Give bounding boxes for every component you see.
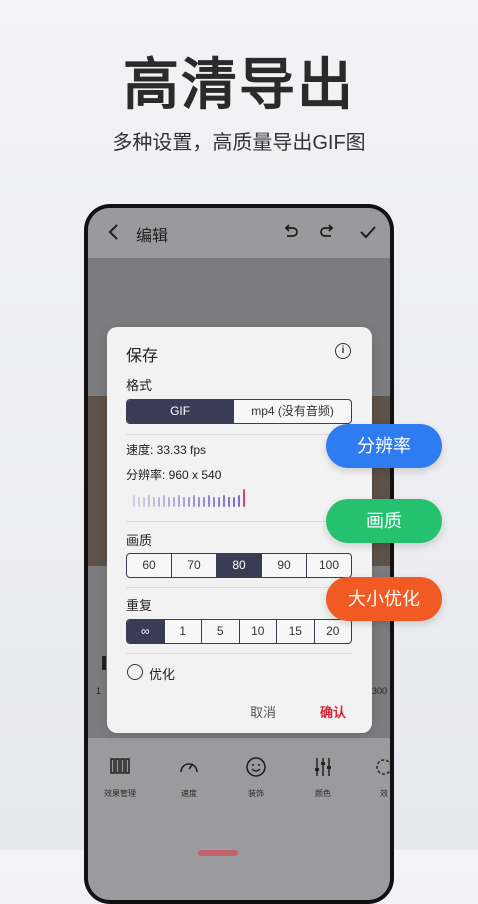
slider-tick <box>193 495 195 507</box>
divider <box>126 521 352 522</box>
timeline-marker[interactable] <box>102 656 106 670</box>
slider-tick <box>233 497 235 507</box>
slider-tick <box>188 497 190 507</box>
subheadline: 多种设置，高质量导出GIF图 <box>112 132 366 154</box>
divider <box>126 653 352 654</box>
format-option-mp4[interactable]: mp4 (没有音频) <box>233 400 351 423</box>
format-option-gif[interactable]: GIF <box>127 400 234 423</box>
slider-tick <box>223 495 225 507</box>
optimize-label: 优化 <box>149 667 176 682</box>
speed-text: 速度: 33.33 fps <box>126 443 207 457</box>
slider-tick <box>143 497 145 507</box>
repeat-option-1[interactable]: 1 <box>163 620 202 643</box>
effect-icon <box>354 756 390 782</box>
divider <box>126 587 352 588</box>
check-icon[interactable] <box>356 220 380 244</box>
format-label: 格式 <box>126 378 153 393</box>
tool-label: 速度 <box>181 789 197 798</box>
tool-speed[interactable]: 速度 <box>159 756 219 799</box>
format-selector: GIF mp4 (没有音频) <box>126 399 352 424</box>
quality-selector: 60 70 80 90 100 <box>126 553 352 578</box>
slider-tick <box>163 495 165 507</box>
tool-label: 效 <box>380 789 388 798</box>
resolution-text: 分辨率: 960 x 540 <box>126 468 222 482</box>
tool-label: 颜色 <box>315 789 331 798</box>
bottom-indicator <box>198 850 238 856</box>
slider-tick <box>218 497 220 507</box>
speedometer-icon <box>159 756 219 782</box>
tool-label: 装饰 <box>248 789 264 798</box>
badge-resolution: 分辨率 <box>326 424 442 468</box>
slider-tick <box>148 495 150 507</box>
smiley-icon <box>226 756 286 782</box>
editor-topbar: 编辑 <box>88 208 390 258</box>
quality-option-90[interactable]: 90 <box>261 554 306 577</box>
tool-color[interactable]: 颜色 <box>293 756 353 799</box>
undo-icon[interactable] <box>278 220 302 244</box>
slider-tick <box>183 497 185 507</box>
confirm-button[interactable]: 确认 <box>320 702 346 721</box>
slider-tick <box>238 495 240 507</box>
repeat-selector: ∞ 1 5 10 15 20 <box>126 619 352 644</box>
slider-tick <box>168 497 170 507</box>
quality-option-80[interactable]: 80 <box>216 554 261 577</box>
repeat-option-infinite[interactable]: ∞ <box>127 620 164 643</box>
tool-effects[interactable]: 效果管理 <box>90 756 150 799</box>
repeat-option-15[interactable]: 15 <box>276 620 314 643</box>
slider-tick <box>173 497 175 507</box>
quality-option-100[interactable]: 100 <box>306 554 351 577</box>
slider-tick <box>153 497 155 507</box>
repeat-label: 重复 <box>126 598 153 613</box>
tool-decoration[interactable]: 装饰 <box>226 756 286 799</box>
optimize-radio[interactable] <box>127 664 143 680</box>
headline: 高清导出 <box>123 53 355 116</box>
repeat-option-5[interactable]: 5 <box>201 620 239 643</box>
repeat-option-20[interactable]: 20 <box>313 620 352 643</box>
slider-tick <box>158 497 160 507</box>
quality-label: 画质 <box>126 533 153 548</box>
range-end-label: 300 <box>372 686 388 696</box>
cancel-button[interactable]: 取消 <box>250 702 276 721</box>
slider-tick <box>133 495 135 507</box>
repeat-option-10[interactable]: 10 <box>238 620 277 643</box>
slider-tick <box>178 495 180 507</box>
quality-option-60[interactable]: 60 <box>127 554 171 577</box>
tool-label: 效果管理 <box>104 789 136 798</box>
chevron-left-icon[interactable] <box>102 220 126 244</box>
slider-tick <box>213 497 215 507</box>
range-start-label: 1 <box>96 686 102 696</box>
slider-tick <box>198 497 200 507</box>
resolution-slider[interactable] <box>133 489 253 507</box>
badge-quality: 画质 <box>326 499 442 543</box>
slider-tick <box>228 497 230 507</box>
slider-tick <box>208 495 210 507</box>
redo-icon[interactable] <box>316 220 340 244</box>
editor-title: 编辑 <box>136 228 169 245</box>
slider-tick <box>203 497 205 507</box>
sliders-icon <box>293 756 353 782</box>
info-icon[interactable]: i <box>335 343 351 359</box>
dialog-title: 保存 <box>126 348 159 365</box>
quality-option-70[interactable]: 70 <box>171 554 216 577</box>
slider-tick <box>243 489 245 507</box>
tool-effect-partial[interactable]: 效 <box>354 756 390 799</box>
film-strip-icon <box>90 756 150 782</box>
slider-tick <box>138 497 140 507</box>
divider <box>126 434 352 435</box>
badge-size-optimization: 大小优化 <box>326 577 442 621</box>
